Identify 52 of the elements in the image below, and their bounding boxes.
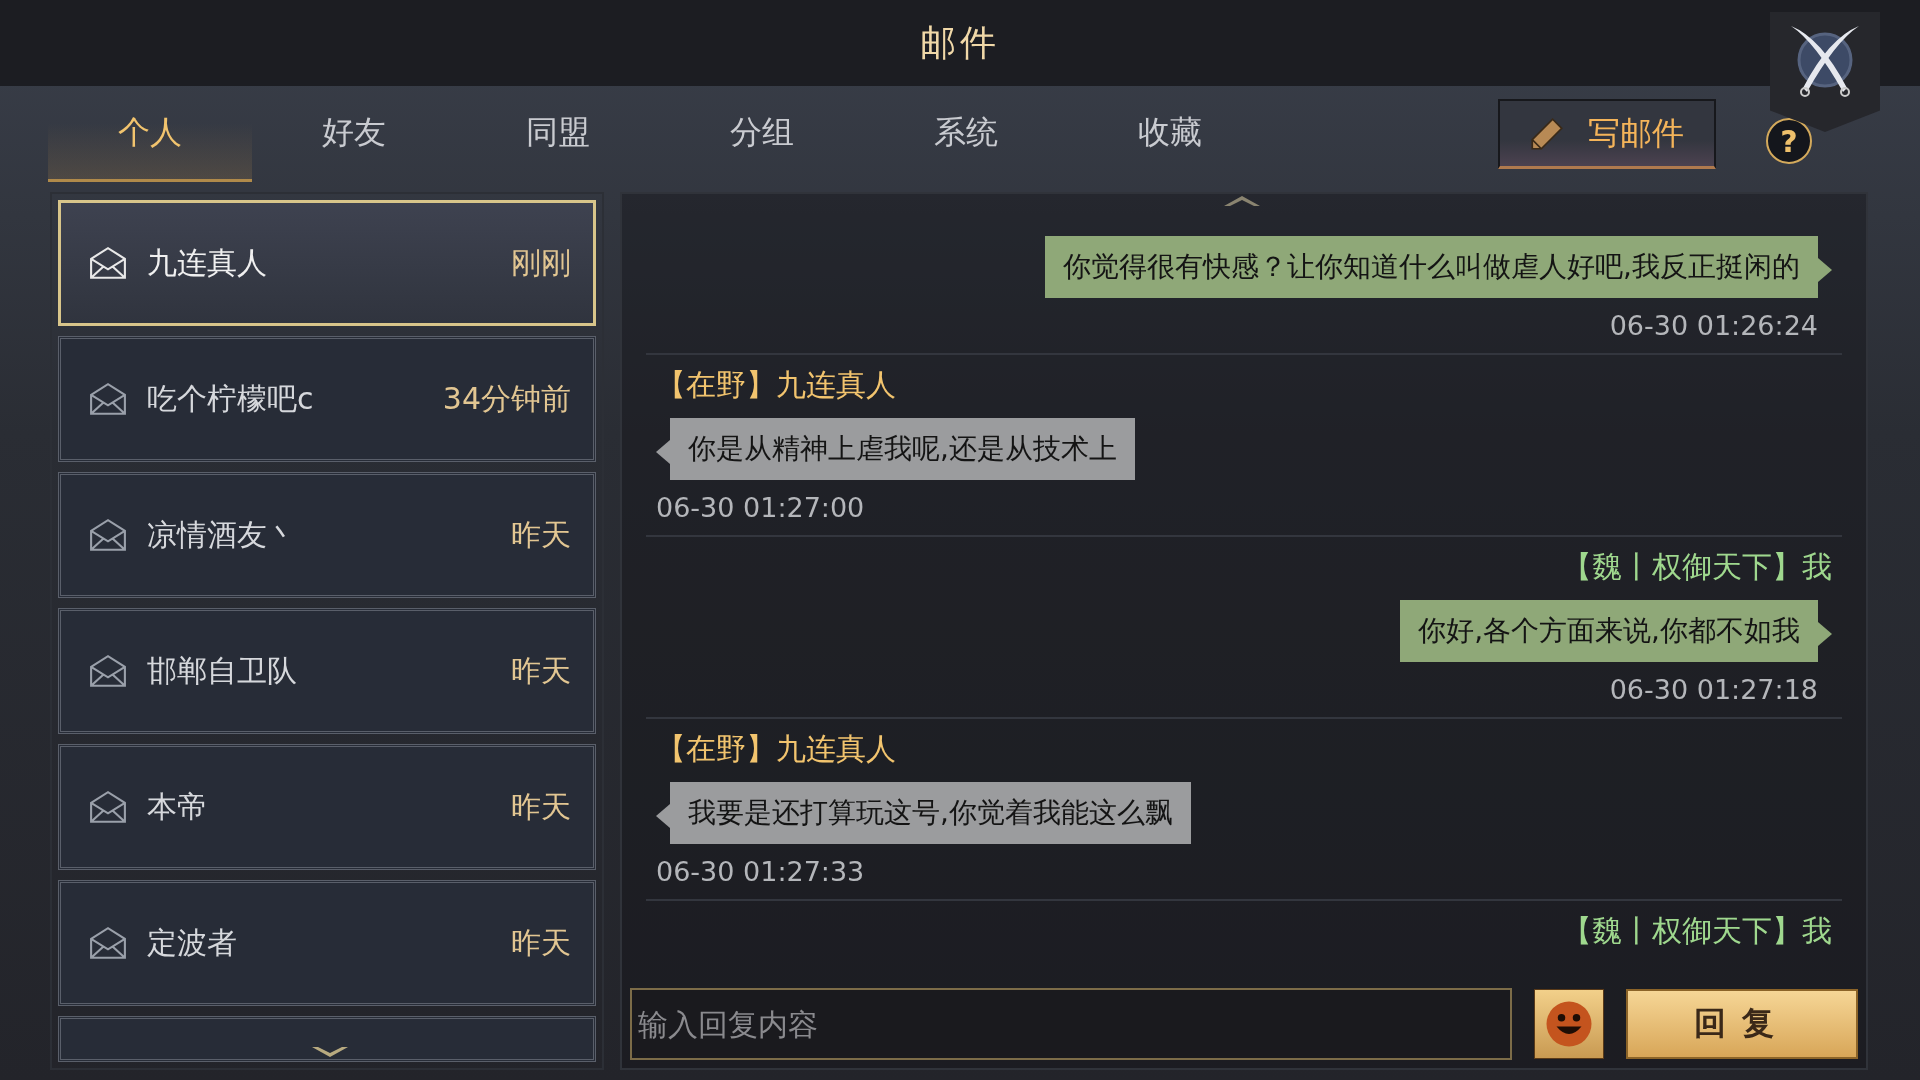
reply-input-field[interactable]: 输入回复内容 (630, 988, 1512, 1060)
message-sender: 【在野】九连真人 (656, 366, 896, 404)
sender-name: 凉情酒友丶 (147, 515, 298, 554)
mail-time: 昨天 (511, 787, 571, 826)
message-bubble: 你好,各个方面来说,你都不如我 (1400, 600, 1832, 662)
message-sender: 【魏丨权御天下】我 (1562, 912, 1832, 950)
tab[interactable]: 好友 (252, 86, 456, 182)
emoji-button[interactable] (1534, 989, 1604, 1059)
sender-name: 九连真人 (147, 243, 268, 282)
smiley-icon (1544, 999, 1594, 1049)
envelope-icon (89, 926, 127, 960)
mail-time: 昨天 (511, 515, 571, 554)
sender-name: 定波者 (147, 923, 238, 962)
emblem-banner[interactable] (1770, 12, 1880, 132)
mail-list-item[interactable]: 吃个柠檬吧c 34分钟前 (58, 336, 596, 462)
message-sender: 【在野】九连真人 (656, 730, 896, 768)
envelope-icon (89, 654, 127, 688)
mail-time: 昨天 (511, 923, 571, 962)
envelope-icon (89, 246, 127, 280)
envelope-icon (89, 518, 127, 552)
mail-time: 刚刚 (511, 243, 571, 282)
tab[interactable]: 同盟 (456, 86, 660, 182)
mail-list-item[interactable]: 九连真人 刚刚 (58, 200, 596, 326)
message-bubble: 你是从精神上虐我呢,还是从技术上 (656, 418, 1135, 480)
mail-list-item[interactable]: 定波者 昨天 (58, 880, 596, 1006)
mail-list-item[interactable]: 本帝 昨天 (58, 744, 596, 870)
chevron-down-icon[interactable] (310, 1045, 350, 1059)
chevron-up-icon[interactable] (1222, 194, 1262, 208)
tab[interactable]: 收藏 (1068, 86, 1272, 182)
message-time: 06-30 01:26:24 (1609, 310, 1818, 341)
message-bubble: 我要是还打算玩这号,你觉着我能这么飘 (656, 782, 1191, 844)
message-time: 06-30 01:27:00 (656, 492, 865, 523)
envelope-icon (89, 790, 127, 824)
message-sender: 【魏丨权御天下】我 (1562, 548, 1832, 586)
envelope-icon (89, 382, 127, 416)
message-bubble: 你觉得很有快感？让你知道什么叫做虐人好吧,我反正挺闲的 (1045, 236, 1832, 298)
window-title: 邮件 (920, 20, 1000, 65)
mail-time: 34分钟前 (442, 379, 571, 418)
tab[interactable]: 系统 (864, 86, 1068, 182)
help-button[interactable]: ? (1766, 118, 1812, 164)
mail-list-item[interactable]: 凉情酒友丶 昨天 (58, 472, 596, 598)
message-time: 06-30 01:27:18 (1609, 674, 1818, 705)
reply-button[interactable]: 回复 (1626, 989, 1858, 1059)
mail-time: 昨天 (511, 651, 571, 690)
tab[interactable]: 分组 (660, 86, 864, 182)
pencil-icon (1530, 116, 1564, 151)
sender-name: 吃个柠檬吧c (147, 379, 315, 418)
sender-name: 本帝 (147, 787, 208, 826)
compose-mail-button[interactable]: 写邮件 (1498, 99, 1716, 169)
sender-name: 邯郸自卫队 (147, 651, 298, 690)
message-time: 06-30 01:27:33 (656, 856, 865, 887)
mail-list-item[interactable]: 邯郸自卫队 昨天 (58, 608, 596, 734)
